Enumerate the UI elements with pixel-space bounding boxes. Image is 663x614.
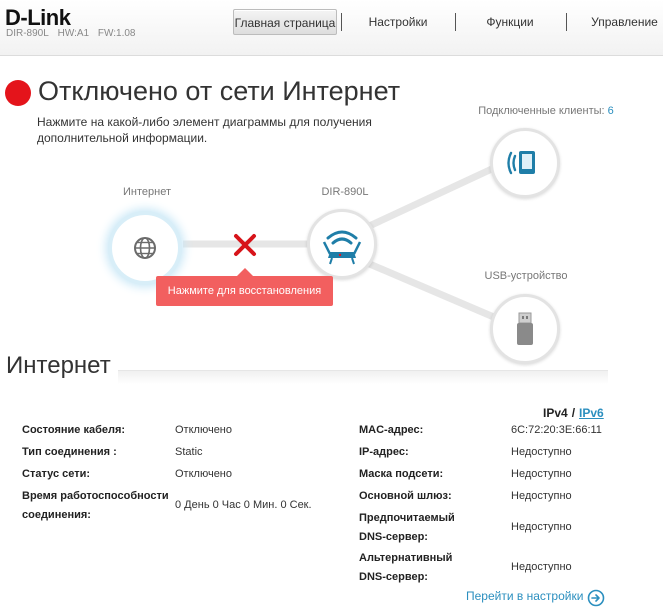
network-diagram: Интернет DIR-890L Подключенные клиенты: … (0, 0, 663, 370)
tooltip-arrow (237, 268, 253, 276)
section-divider (118, 370, 608, 384)
subnet-mask-value: Недоступно (511, 468, 572, 480)
uptime-label-line2: соединения: (22, 509, 91, 521)
clients-label-text: Подключенные клиенты: (478, 105, 605, 117)
restore-tooltip[interactable]: Нажмите для восстановления (156, 276, 333, 306)
primary-dns-value: Недоступно (511, 521, 572, 533)
ipv4-label: IPv4 (543, 406, 568, 420)
cable-status-value: Отключено (175, 424, 232, 436)
internet-node[interactable] (112, 215, 178, 281)
connection-type-label: Тип соединения : (22, 446, 117, 458)
usb-drive-icon (517, 312, 533, 345)
go-to-settings-link[interactable]: Перейти в настройки (466, 589, 583, 603)
arrow-right-circle-icon[interactable] (587, 589, 605, 607)
ip-address-value: Недоступно (511, 446, 572, 458)
ipv6-link[interactable]: IPv6 (579, 406, 604, 420)
cable-status-label: Состояние кабеля: (22, 424, 126, 436)
ip-version-switch: IPv4/IPv6 (543, 406, 604, 420)
secondary-dns-label-line1: Альтернативный (359, 552, 453, 564)
router-icon (322, 230, 362, 265)
primary-dns-label-line2: DNS-сервер: (359, 531, 428, 543)
default-gateway-label: Основной шлюз: (359, 490, 452, 502)
clients-node[interactable] (490, 128, 560, 198)
connection-lines (183, 163, 498, 322)
network-status-value: Отключено (175, 468, 232, 480)
secondary-dns-value: Недоступно (511, 561, 572, 573)
mac-address-value: 6C:72:20:3E:66:11 (511, 424, 602, 436)
uptime-label-line1: Время работоспособности (22, 490, 169, 502)
connection-type-value: Static (175, 446, 203, 458)
network-status-label: Статус сети: (22, 468, 91, 480)
subnet-mask-label: Маска подсети: (359, 468, 444, 480)
default-gateway-value: Недоступно (511, 490, 572, 502)
secondary-dns-label-line2: DNS-сервер: (359, 571, 428, 583)
usb-node[interactable] (490, 294, 560, 364)
uptime-value: 0 День 0 Час 0 Мин. 0 Сек. (175, 499, 312, 511)
primary-dns-label-line1: Предпочитаемый (359, 512, 455, 524)
usb-label: USB-устройство (484, 270, 568, 282)
wireless-device-icon (507, 151, 535, 175)
clients-count: 6 (607, 105, 614, 117)
globe-icon (134, 237, 156, 259)
internet-section-title: Интернет (6, 352, 111, 379)
disconnected-x-icon[interactable] (233, 233, 257, 257)
internet-label: Интернет (123, 186, 171, 198)
clients-label: Подключенные клиенты: 6 (471, 105, 621, 117)
mac-address-label: MAC-адрес: (359, 424, 424, 436)
router-clients-line (363, 163, 498, 232)
ip-address-label: IP-адрес: (359, 446, 409, 458)
router-label: DIR-890L (321, 186, 369, 198)
router-node[interactable] (307, 209, 377, 279)
